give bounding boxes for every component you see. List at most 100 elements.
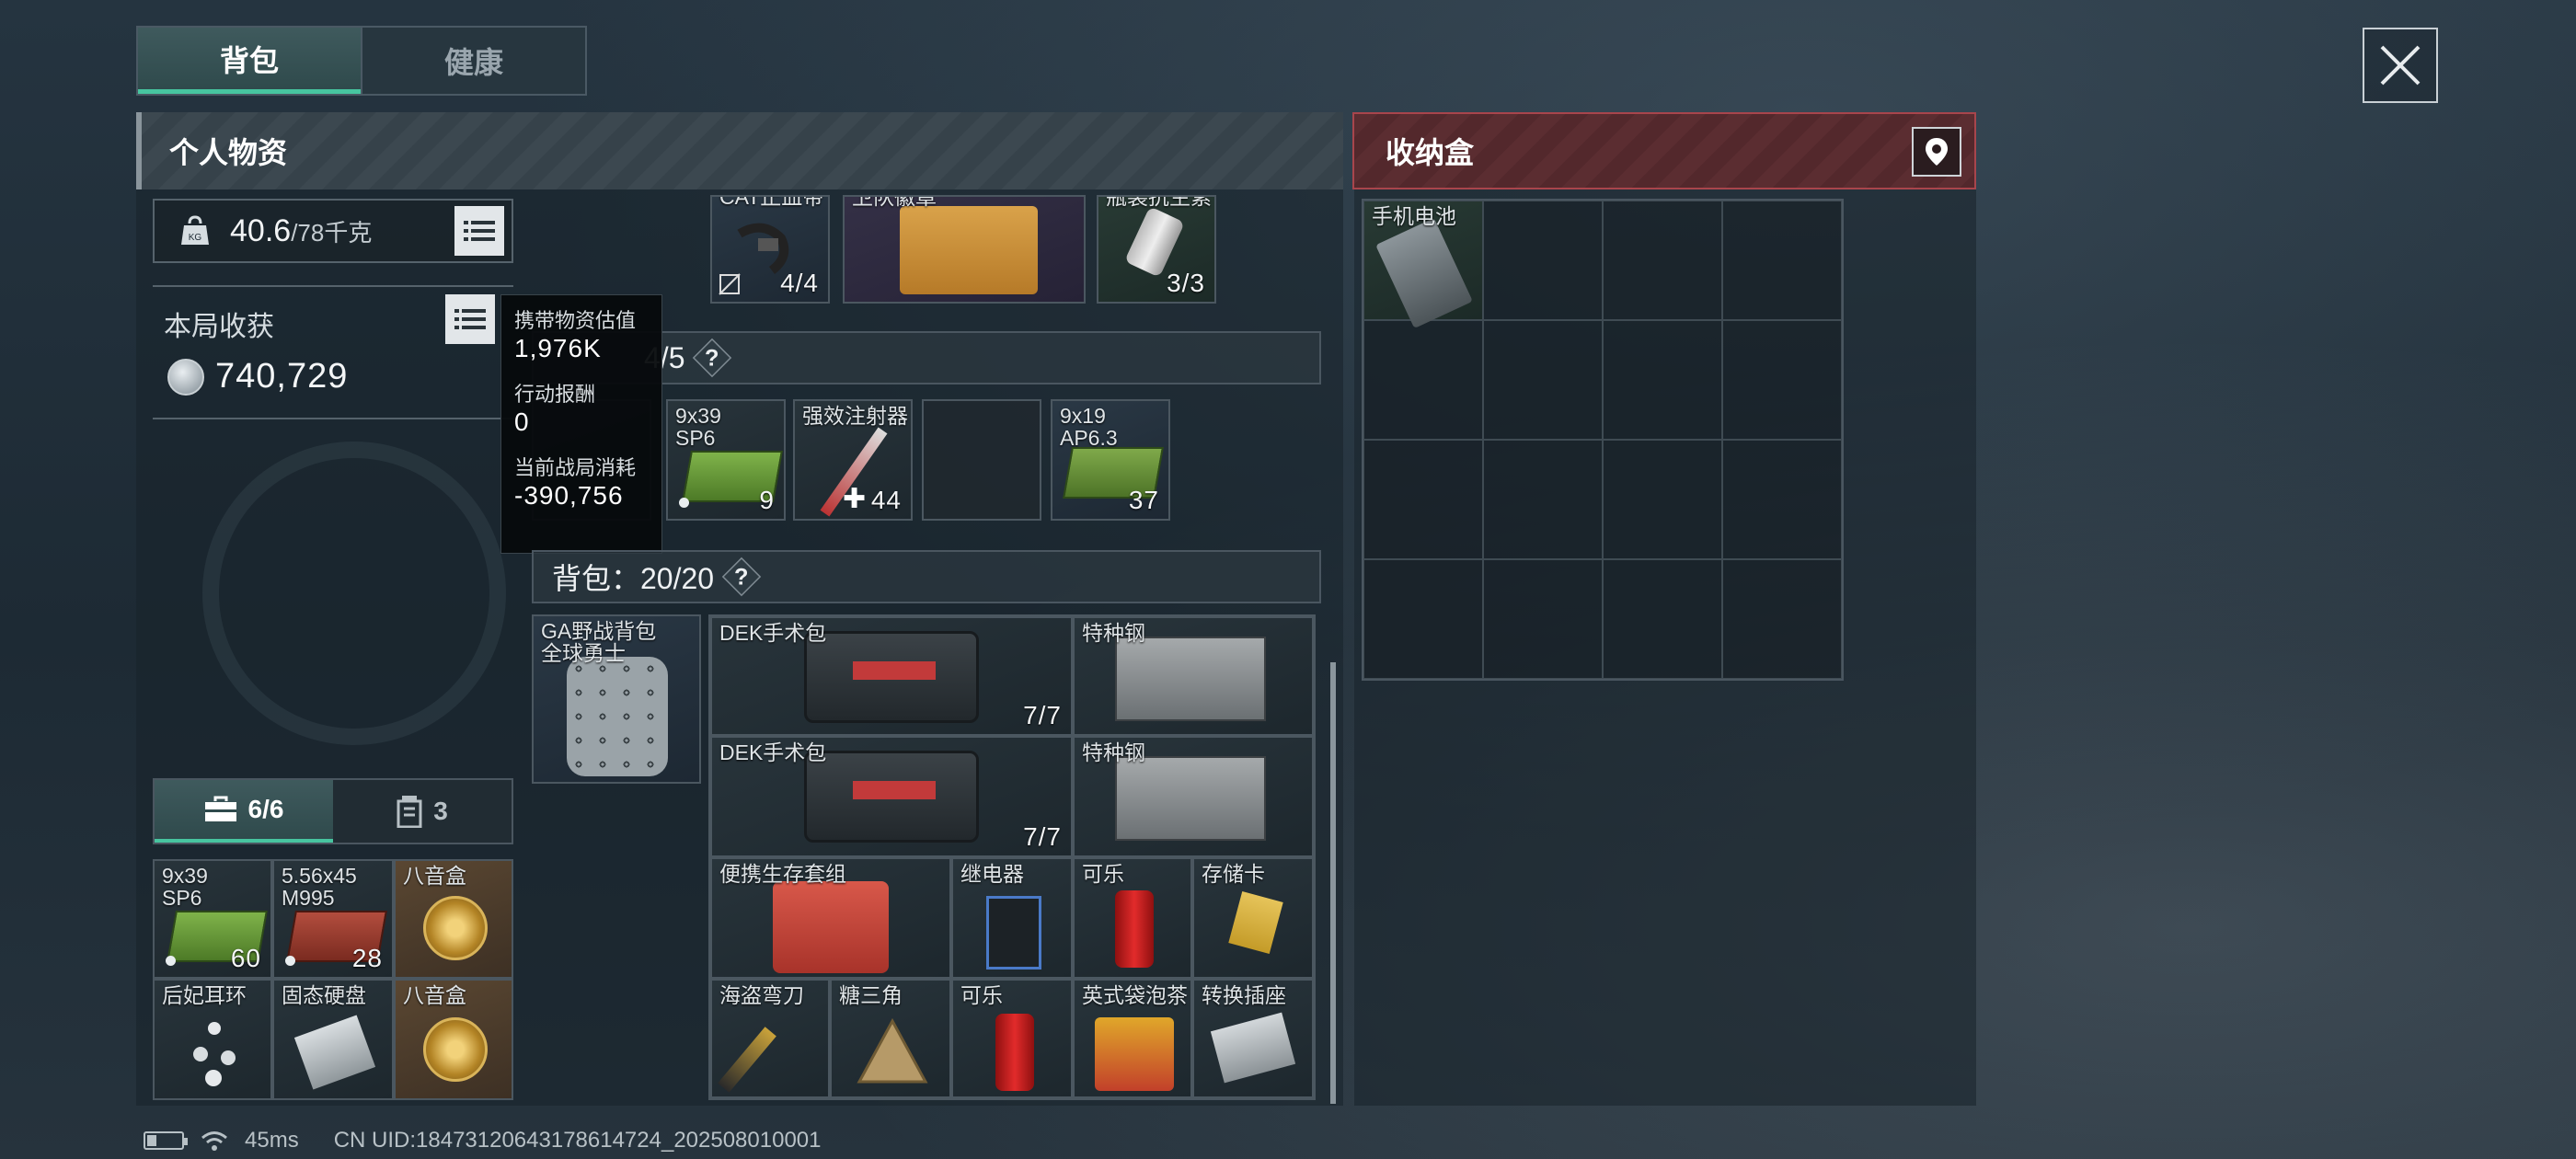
rig-help-button[interactable]: ? bbox=[693, 338, 732, 378]
storage-slot[interactable] bbox=[1363, 320, 1483, 440]
uid-text: CN UID:184731206431786147​24_20250801000… bbox=[333, 1128, 822, 1153]
storage-slot[interactable] bbox=[1363, 440, 1483, 559]
earring-icon bbox=[193, 1022, 236, 1086]
item-pirate-knife[interactable]: 海盗弯刀 bbox=[710, 979, 830, 1098]
item-cola-2[interactable]: 可乐 bbox=[951, 979, 1073, 1098]
plus-icon: ✚ bbox=[843, 484, 867, 514]
carry-value: 1,976K bbox=[514, 334, 602, 362]
item-ammo-9x39-sp6[interactable]: 9x39 SP6 60 bbox=[153, 859, 272, 979]
battery-status-icon bbox=[144, 1131, 188, 1150]
storage-slot[interactable] bbox=[1483, 440, 1603, 559]
steel-icon bbox=[1115, 637, 1266, 721]
item-antibiotic[interactable]: 瓶装抗生素 3/3 bbox=[1097, 195, 1216, 304]
item-count: 4/4 bbox=[780, 269, 819, 297]
battery-icon bbox=[1375, 217, 1473, 329]
storage-slot[interactable] bbox=[1722, 440, 1842, 559]
item-ammo-9x19[interactable]: 9x19 AP6.3 37 bbox=[1051, 399, 1170, 521]
item-name: 强效注射器 bbox=[802, 404, 908, 428]
backpack-equipment[interactable]: GA野战背包 全球勇士 bbox=[532, 614, 701, 784]
tab-backpack[interactable]: 背包 bbox=[138, 28, 361, 94]
status-bar: 45ms CN UID:184731206431786147​24_202508… bbox=[144, 1128, 822, 1153]
storage-slot[interactable] bbox=[1603, 201, 1722, 320]
item-sugar-triangle[interactable]: 糖三角 bbox=[830, 979, 951, 1098]
item-medkit-2[interactable]: DEK手术包 7/7 bbox=[710, 736, 1073, 857]
tab-label: 6/6 bbox=[247, 795, 284, 823]
storage-slot[interactable] bbox=[1363, 559, 1483, 679]
item-memory-card[interactable]: 存储卡 bbox=[1192, 857, 1314, 979]
storage-slot[interactable] bbox=[1603, 440, 1722, 559]
item-music-box-1[interactable]: 八音盒 bbox=[394, 859, 513, 979]
item-name: 糖三角 bbox=[839, 983, 903, 1007]
item-tea[interactable]: 英式袋泡茶 bbox=[1073, 979, 1192, 1098]
storage-slot[interactable] bbox=[1722, 559, 1842, 679]
storage-slot[interactable] bbox=[1483, 320, 1603, 440]
item-count: 44 bbox=[870, 486, 902, 514]
item-medkit-1[interactable]: DEK手术包 7/7 bbox=[710, 616, 1073, 736]
tab-canister[interactable]: 3 bbox=[333, 780, 512, 843]
item-name: 继电器 bbox=[960, 862, 1024, 886]
item-music-box-2[interactable]: 八音盒 bbox=[394, 979, 513, 1100]
storage-slot[interactable] bbox=[1483, 559, 1603, 679]
backpack-help-button[interactable]: ? bbox=[721, 557, 762, 597]
item-earring[interactable]: 后妃耳环 bbox=[153, 979, 272, 1100]
storage-slot[interactable] bbox=[1722, 201, 1842, 320]
item-relay[interactable]: 继电器 bbox=[951, 857, 1073, 979]
tea-tin-icon bbox=[1095, 1017, 1174, 1091]
list-icon bbox=[464, 221, 495, 241]
marker-dot bbox=[285, 956, 295, 966]
item-ammo-556[interactable]: 5.56x45 M995 28 bbox=[272, 859, 394, 979]
emblem-watermark bbox=[202, 442, 506, 745]
item-name: 可乐 bbox=[960, 983, 1003, 1007]
storage-slot[interactable] bbox=[1603, 559, 1722, 679]
item-count: 37 bbox=[1128, 486, 1159, 514]
item-name: 特种钢 bbox=[1082, 740, 1145, 764]
item-ssd[interactable]: 固态硬盘 bbox=[272, 979, 394, 1100]
item-syringe[interactable]: 强效注射器 ✚ 44 bbox=[793, 399, 913, 521]
badge-card-icon bbox=[900, 206, 1038, 294]
item-name: 转换插座 bbox=[1202, 983, 1286, 1007]
item-name: 后妃耳环 bbox=[162, 983, 247, 1007]
scrollbar[interactable] bbox=[1330, 662, 1336, 1104]
item-tourniquet[interactable]: CAT止血带 4/4 bbox=[710, 195, 830, 304]
storage-item-phone-battery[interactable]: 手机电池 bbox=[1363, 201, 1483, 329]
item-badge[interactable]: 卫队徽章 bbox=[843, 195, 1086, 304]
tab-safe-box[interactable]: 6/6 bbox=[155, 780, 333, 843]
medkit-icon bbox=[804, 631, 979, 723]
reward-label: 行动报酬 bbox=[514, 383, 596, 406]
item-name: 5.56x45 M995 bbox=[282, 864, 357, 911]
reward-value: 0 bbox=[514, 407, 530, 436]
harvest-list-button[interactable] bbox=[445, 294, 495, 344]
item-name: 9x39 SP6 bbox=[162, 864, 208, 911]
item-count: 28 bbox=[351, 944, 383, 972]
cost-label: 当前战局消耗 bbox=[514, 456, 637, 479]
carry-label: 携带物资估值 bbox=[514, 309, 637, 332]
rig-slot-empty[interactable] bbox=[922, 399, 1041, 521]
storage-slot[interactable] bbox=[1483, 201, 1603, 320]
weight-list-button[interactable] bbox=[454, 206, 504, 256]
item-name: 手机电池 bbox=[1372, 204, 1456, 228]
weight-display: KG 40.6/78千克 bbox=[153, 199, 513, 263]
ssd-icon bbox=[293, 1015, 376, 1090]
location-pin-icon bbox=[1926, 138, 1948, 166]
item-name: 卫队徽章 bbox=[852, 195, 937, 209]
tab-label: 3 bbox=[433, 797, 448, 825]
item-steel-2[interactable]: 特种钢 bbox=[1073, 736, 1314, 857]
item-survival-kit[interactable]: 便携生存套组 bbox=[710, 857, 951, 979]
medkit-icon bbox=[804, 751, 979, 843]
item-ammo-9x39[interactable]: 9x39 SP6 9 bbox=[666, 399, 786, 521]
item-adapter[interactable]: 转换插座 bbox=[1192, 979, 1314, 1098]
item-name: 固态硬盘 bbox=[282, 983, 366, 1007]
divider bbox=[153, 418, 513, 419]
item-steel-1[interactable]: 特种钢 bbox=[1073, 616, 1314, 736]
tab-health[interactable]: 健康 bbox=[361, 28, 585, 94]
storage-slot[interactable] bbox=[1603, 320, 1722, 440]
storage-slot[interactable] bbox=[1722, 320, 1842, 440]
item-name: 特种钢 bbox=[1082, 621, 1145, 645]
item-name: GA野战背包 全球勇士 bbox=[541, 619, 657, 666]
storage-box-header: 收纳盒 bbox=[1352, 112, 1976, 189]
close-button[interactable] bbox=[2363, 28, 2438, 103]
item-cola-1[interactable]: 可乐 bbox=[1073, 857, 1192, 979]
item-count: 60 bbox=[230, 944, 261, 972]
item-name: 八音盒 bbox=[403, 864, 466, 888]
locate-button[interactable] bbox=[1912, 127, 1961, 177]
